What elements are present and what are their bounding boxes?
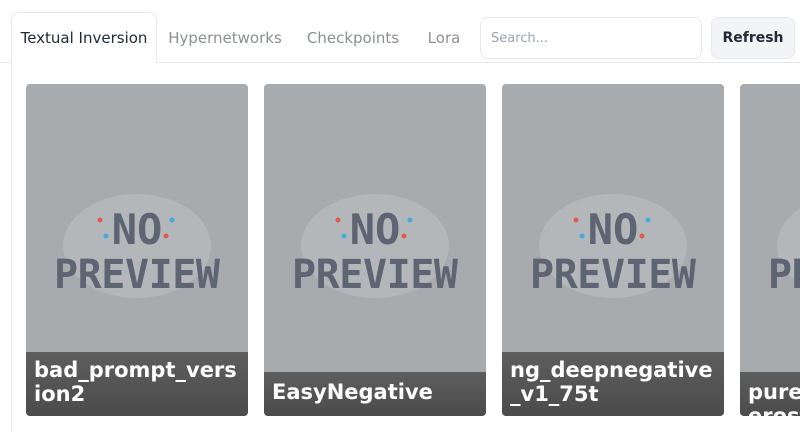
accent-dot — [103, 233, 109, 239]
preview-text-line1: NO — [588, 205, 639, 254]
preview-text-line1: NO — [350, 205, 401, 254]
card-name: pureerosface — [740, 372, 800, 416]
extra-networks-topbar: Textual Inversion Hypernetworks Checkpoi… — [0, 0, 800, 64]
card-name: bad_prompt_version2 — [26, 352, 248, 416]
no-preview-image: NOPREVIEW — [264, 84, 486, 374]
accent-dot — [401, 233, 407, 239]
accent-dot — [335, 217, 341, 223]
preview-text-line1: NO — [112, 205, 163, 254]
preview-text-line2: PREVIEW — [292, 252, 459, 298]
network-card[interactable]: NO PREVIEW bad_prompt_version2 — [26, 84, 248, 416]
preview-text-line2: PREVIEW — [54, 252, 221, 298]
search-input[interactable] — [480, 17, 702, 59]
preview-text-line2: PREVIEW — [530, 252, 697, 298]
no-preview-image: NOPREVIEW — [502, 84, 724, 374]
no-preview-image: NOPREVIEW — [740, 84, 800, 374]
no-preview-image: NOPREVIEW — [26, 84, 248, 374]
accent-dot — [341, 233, 347, 239]
accent-dot — [579, 233, 585, 239]
accent-dot — [407, 217, 413, 223]
tab-hypernetworks[interactable]: Hypernetworks — [166, 12, 284, 63]
no-preview-graphic: NOPREVIEW — [292, 194, 459, 298]
preview-text-line2: PREVIEW — [768, 252, 800, 298]
network-card[interactable]: NO PREVIEW EasyNegative — [264, 84, 486, 416]
card-name: EasyNegative — [264, 372, 486, 416]
accent-dot — [169, 217, 175, 223]
tab-checkpoints[interactable]: Checkpoints — [304, 12, 402, 63]
network-card[interactable]: NOPREVIEW pureerosface — [740, 84, 800, 416]
accent-dot — [639, 233, 645, 239]
no-preview-graphic: NOPREVIEW — [54, 194, 221, 298]
refresh-button[interactable]: Refresh — [711, 17, 795, 59]
network-card[interactable]: NO PREVIEW ng_deepnegative_v1_75t — [502, 84, 724, 416]
card-name: ng_deepnegative_v1_75t — [502, 352, 724, 416]
accent-dot — [97, 217, 103, 223]
no-preview-graphic: NOPREVIEW — [530, 194, 697, 298]
accent-dot — [163, 233, 169, 239]
accent-dot — [645, 217, 651, 223]
accent-dot — [573, 217, 579, 223]
tab-textual-inversion[interactable]: Textual Inversion — [11, 12, 157, 63]
no-preview-graphic: NOPREVIEW — [768, 208, 800, 298]
tab-lora[interactable]: Lora — [420, 12, 468, 63]
